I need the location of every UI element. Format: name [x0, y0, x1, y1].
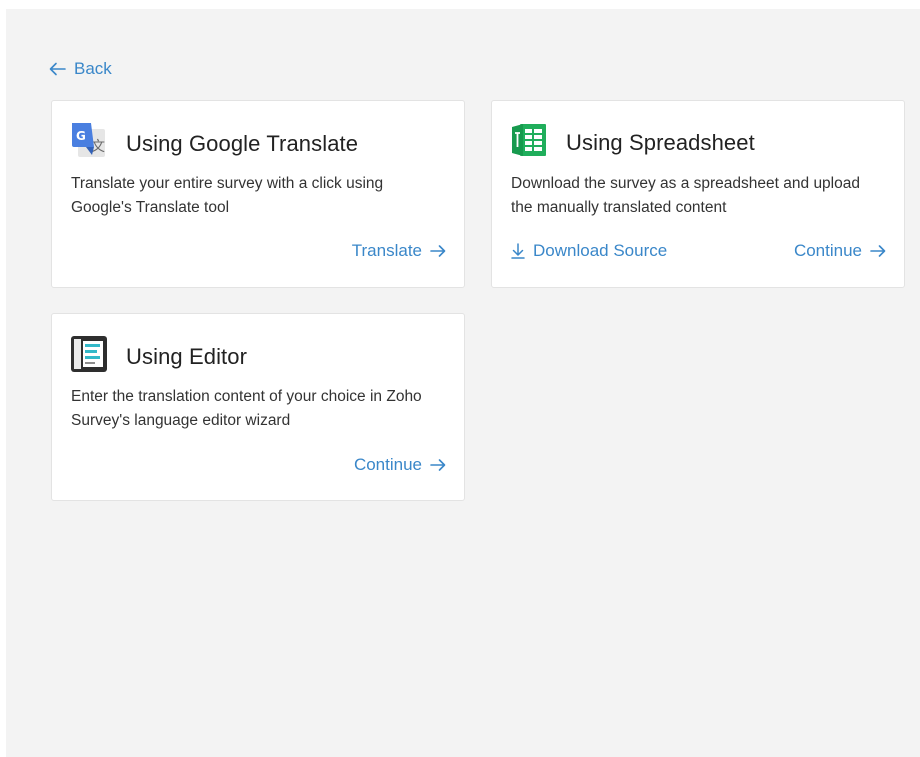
- page-background: Back 文 G Using Google Translate Translat…: [6, 9, 920, 757]
- svg-text:G: G: [76, 129, 86, 143]
- google-translate-card: 文 G Using Google Translate Translate you…: [51, 100, 465, 288]
- arrow-right-icon: [430, 244, 446, 258]
- download-source-button[interactable]: Download Source: [511, 241, 667, 261]
- continue-button[interactable]: Continue: [354, 455, 446, 475]
- download-source-label: Download Source: [533, 241, 668, 260]
- card-title: Using Spreadsheet: [566, 129, 755, 155]
- card-description: Download the survey as a spreadsheet and…: [511, 175, 860, 216]
- download-icon: [511, 243, 525, 259]
- editor-card: Using Editor Enter the translation conte…: [51, 313, 465, 501]
- arrow-right-icon: [870, 244, 886, 258]
- back-link[interactable]: Back: [49, 59, 112, 79]
- card-header: 文 G Using Google Translate: [70, 121, 358, 166]
- spreadsheet-card: Using Spreadsheet Download the survey as…: [491, 100, 905, 288]
- card-title: Using Editor: [126, 343, 248, 369]
- arrow-left-icon: [49, 62, 66, 76]
- card-header: Using Editor: [70, 334, 247, 379]
- card-header: Using Spreadsheet: [510, 121, 755, 164]
- continue-button[interactable]: Continue: [794, 241, 886, 261]
- translate-label: Translate: [351, 241, 422, 260]
- arrow-right-icon: [430, 458, 446, 472]
- editor-icon: [70, 334, 108, 379]
- spreadsheet-icon: [510, 121, 548, 164]
- translate-button[interactable]: Translate: [352, 241, 446, 261]
- card-description: Translate your entire survey with a clic…: [71, 175, 384, 216]
- back-label: Back: [74, 59, 112, 78]
- google-translate-icon: 文 G: [70, 121, 108, 166]
- continue-label: Continue: [353, 455, 422, 474]
- card-title: Using Google Translate: [126, 130, 359, 156]
- continue-label: Continue: [793, 241, 862, 260]
- card-description: Enter the translation content of your ch…: [71, 388, 422, 429]
